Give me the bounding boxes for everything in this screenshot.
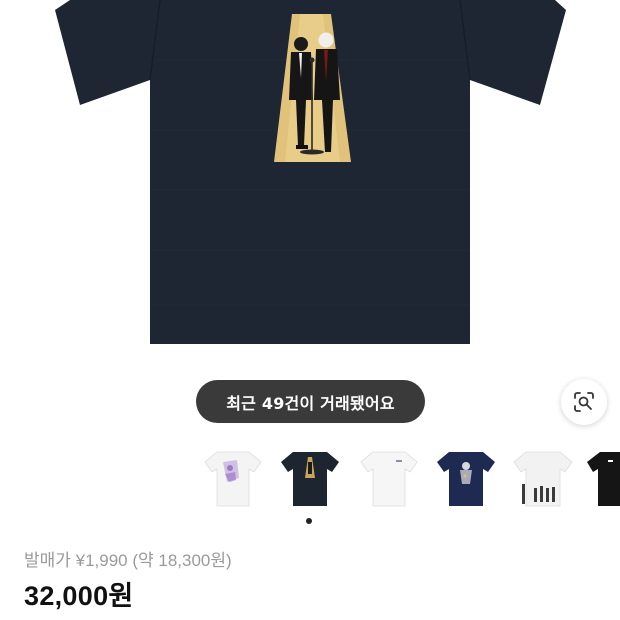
thumb-navy-gold-print [281,452,339,506]
thumbnail-strip [0,440,620,516]
current-price: 32,000원 [24,581,134,611]
thumb-black-partial [587,452,620,506]
thumb-white-purple-print [204,451,262,507]
thumb-white-group-print [513,451,573,507]
product-main-image[interactable] [0,0,620,372]
release-price: 발매가 ¥1,990 (약 18,300원) [24,551,232,570]
thumb-navy-figure-print [437,452,495,506]
thumbnail-item[interactable] [510,440,576,516]
tshirt-illustration [55,0,566,344]
thumb-white-small-logo [360,451,418,507]
recent-sales-badge: 최근 49건이 거래됐어요 [196,380,425,423]
thumbnail-item[interactable] [356,440,422,516]
lens-search-icon [574,392,594,412]
lens-search-button[interactable] [561,379,607,425]
thumbnail-item[interactable] [433,440,499,516]
carousel-indicator-dot [306,518,312,524]
thumbnail-item[interactable] [277,440,343,516]
thumbnail-item[interactable] [200,440,266,516]
recent-sales-text: 최근 49건이 거래됐어요 [226,393,395,413]
thumbnail-item[interactable] [586,440,620,516]
